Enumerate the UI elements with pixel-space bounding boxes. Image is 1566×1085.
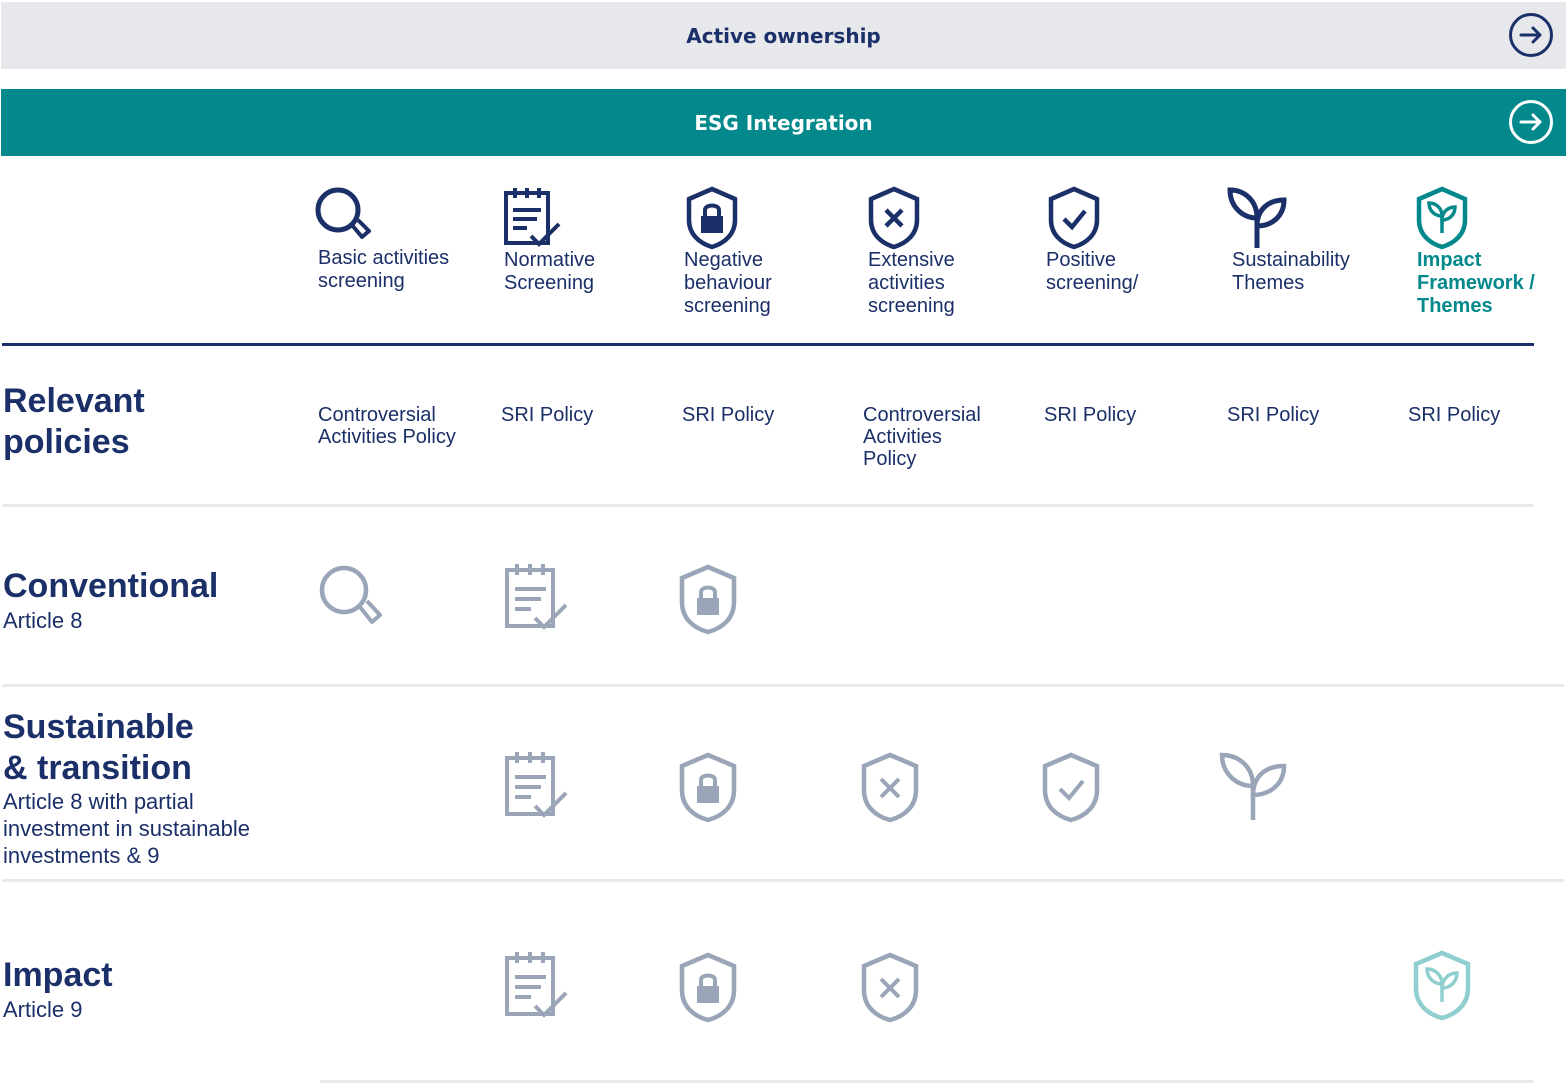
column-label-extensive-activities: Extensive activities screening bbox=[868, 249, 955, 317]
column-label-basic-activities: Basic activities screening bbox=[318, 247, 450, 292]
checklist-icon bbox=[505, 752, 568, 818]
header-divider bbox=[2, 343, 1534, 346]
row-divider bbox=[2, 504, 1534, 507]
policy-negative-behaviour: SRI Policy bbox=[682, 404, 775, 426]
shield-sprout-icon bbox=[1416, 186, 1468, 250]
row-subtitle-conventional: Article 8 bbox=[3, 608, 83, 633]
row-divider bbox=[2, 684, 1564, 687]
column-label-sustainability-themes: Sustainability Themes bbox=[1232, 249, 1350, 294]
shield-check-icon bbox=[1042, 752, 1100, 823]
magnifier-icon bbox=[319, 565, 382, 624]
row-subtitle-sustainable-transition: Article 8 with partial investment in sus… bbox=[3, 789, 251, 868]
column-label-normative: Normative Screening bbox=[504, 249, 596, 294]
row-title-sustainable-transition: Sustainable & transition bbox=[3, 708, 194, 787]
shield-x-icon bbox=[868, 186, 920, 250]
row-subtitle-impact: Article 9 bbox=[3, 997, 83, 1022]
magnifier-icon bbox=[315, 187, 371, 239]
policy-impact-framework: SRI Policy bbox=[1408, 404, 1501, 426]
checklist-icon bbox=[504, 188, 561, 247]
row-divider bbox=[2, 879, 1564, 882]
row-title-relevant-policies: Relevant policies bbox=[3, 382, 145, 461]
column-label-positive: Positive screening/ bbox=[1046, 249, 1139, 294]
sprout-icon bbox=[1219, 752, 1287, 820]
arrow-right-circle-icon[interactable] bbox=[1508, 99, 1554, 145]
shield-x-icon bbox=[861, 752, 919, 823]
policy-normative: SRI Policy bbox=[501, 404, 594, 426]
policy-extensive-activities: Controversial Activities Policy bbox=[863, 404, 981, 470]
esg-integration-bar[interactable]: ESG Integration bbox=[1, 89, 1566, 156]
row-title-conventional: Conventional bbox=[3, 567, 219, 605]
sprout-icon bbox=[1227, 187, 1287, 248]
esg-integration-title: ESG Integration bbox=[694, 110, 873, 135]
policy-basic-activities: Controversial Activities Policy bbox=[318, 404, 456, 448]
shield-lock-icon bbox=[679, 752, 737, 823]
shield-lock-icon bbox=[679, 952, 737, 1023]
checklist-icon bbox=[505, 564, 568, 630]
active-ownership-bar[interactable]: Active ownership bbox=[1, 2, 1566, 69]
active-ownership-title: Active ownership bbox=[686, 23, 881, 48]
checklist-icon bbox=[505, 952, 568, 1018]
policy-sustainability-themes: SRI Policy bbox=[1227, 404, 1320, 426]
policy-positive: SRI Policy bbox=[1044, 404, 1137, 426]
shield-sprout-icon bbox=[1413, 950, 1471, 1021]
column-label-negative-behaviour: Negative behaviour screening bbox=[684, 249, 772, 317]
shield-check-icon bbox=[1048, 186, 1100, 250]
column-label-impact-framework: Impact Framework / Themes bbox=[1417, 249, 1535, 317]
arrow-right-circle-icon[interactable] bbox=[1508, 12, 1554, 58]
row-title-impact: Impact bbox=[3, 956, 113, 994]
shield-lock-icon bbox=[686, 186, 738, 250]
shield-lock-icon bbox=[679, 564, 737, 635]
shield-x-icon bbox=[861, 952, 919, 1023]
row-divider bbox=[320, 1080, 1534, 1083]
